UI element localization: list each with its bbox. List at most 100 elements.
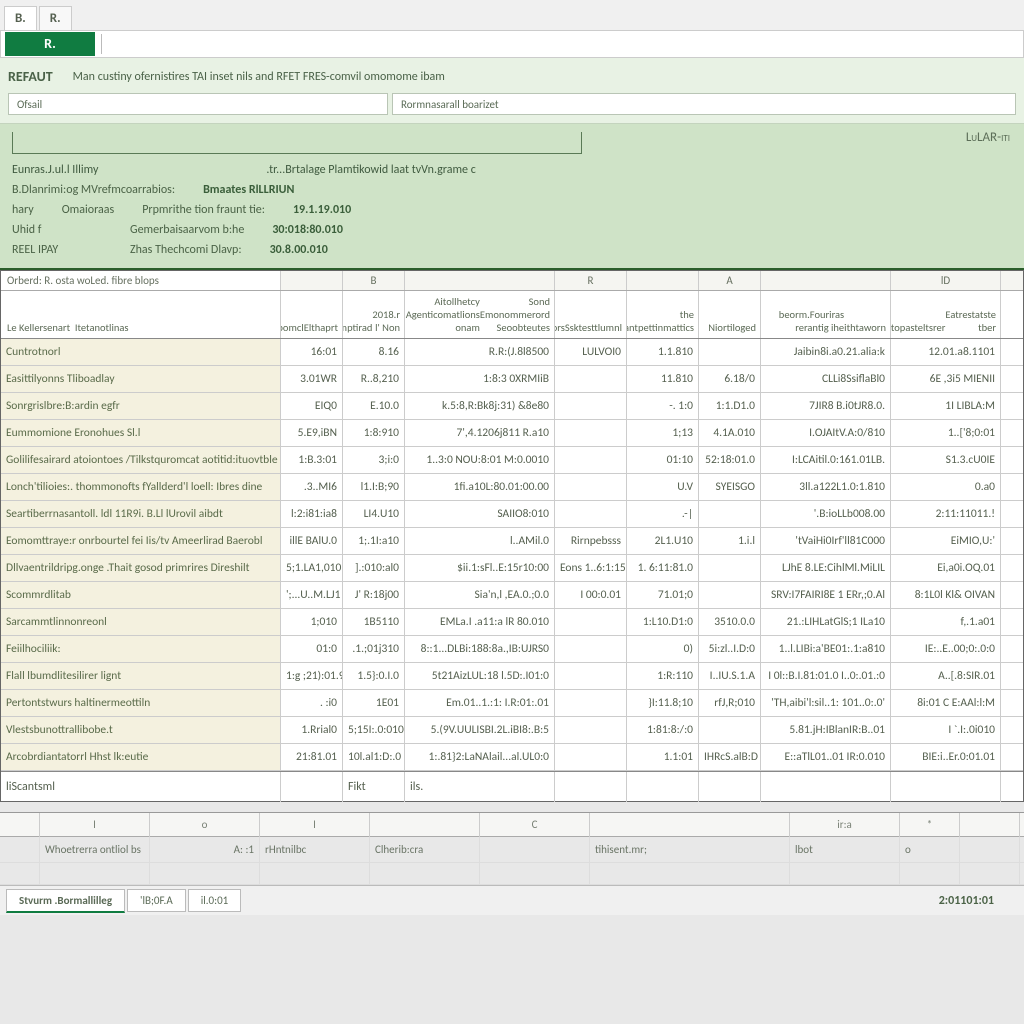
filter-dropdown-right[interactable]: Rormnasarall boarizet [392,93,1016,115]
row-c3[interactable]: Sia'n,l ,EA.0.;0.0 [405,582,555,608]
col-letter-8[interactable]: lD [891,271,1001,290]
row-c3[interactable]: EMLa.I .a11:a lR 80.010 [405,609,555,635]
row-c1[interactable]: 01:0 [281,636,343,662]
sg-col-7[interactable]: ir:a [790,813,900,837]
row-c4[interactable] [555,663,627,689]
row-c6[interactable] [699,501,761,527]
row-c3[interactable]: 1:.81}2:LaNAlail...al.UL0:0 [405,744,555,770]
row-c1[interactable]: .3..MI6 [281,474,343,500]
row-c8[interactable]: A..[.8:SIR.01 [891,663,1001,689]
row-c6[interactable] [699,555,761,581]
table-row[interactable]: Eummomione Eronohues Sl.l5.E9,iBN1:8:910… [1,420,1023,447]
table-row[interactable]: Scommrdlitab';...U..M.LJ1J' R:18j00Sia'n… [1,582,1023,609]
row-c7[interactable]: 1..l.LIBi:a'BE01:.1:a810 [761,636,891,662]
row-c8[interactable]: 6E ,3i5 MIENII [891,366,1001,392]
row-c6[interactable]: 6.18/0 [699,366,761,392]
table-row[interactable]: Easittilyonns Tliboadlay3.01WRR..8,2101:… [1,366,1023,393]
row-c1[interactable]: 21:81.01 [281,744,343,770]
row-c6[interactable]: 4.1A.010 [699,420,761,446]
row-c5[interactable]: 01:10 [627,447,699,473]
row-c8[interactable]: S1.3.cU0IE [891,447,1001,473]
col-letter-2[interactable]: B [343,271,405,290]
row-c4[interactable] [555,501,627,527]
sg-col-2[interactable]: o [150,813,260,837]
table-row[interactable]: Flall lbumdlitesilirer lignt1:g ;21):01.… [1,663,1023,690]
col-letter-6[interactable]: A [699,271,761,290]
row-c3[interactable]: 1:8:3 0XRMIiB [405,366,555,392]
row-c1[interactable]: 3.01WR [281,366,343,392]
row-c3[interactable]: l..AMil.0 [405,528,555,554]
row-c2[interactable]: 1;.1I:a10 [343,528,405,554]
row-c2[interactable]: 1B5110 [343,609,405,635]
row-c4[interactable] [555,420,627,446]
row-c5[interactable]: 1:R:110 [627,663,699,689]
col-letter-4[interactable]: R [555,271,627,290]
table-row[interactable]: Dllvaentrildripg.onge .Thait gosod primr… [1,555,1023,582]
row-c8[interactable]: 8i:01 C E:AAl:l:M [891,690,1001,716]
row-c6[interactable]: IHRcS.alB:D [699,744,761,770]
row-c7[interactable]: LJhE 8.LE:CihlMl.MiLIL [761,555,891,581]
row-c8[interactable]: 0.a0 [891,474,1001,500]
row-c1[interactable]: ';...U..M.LJ1 [281,582,343,608]
row-c8[interactable]: Ei,a0i.OQ.01 [891,555,1001,581]
table-row[interactable]: Feiilhociliik:01:0.1.;01j3108::1...DLBi:… [1,636,1023,663]
row-c5[interactable]: 0) [627,636,699,662]
row-c8[interactable]: f,.1.a01 [891,609,1001,635]
row-c4[interactable]: I 00:0.01 [555,582,627,608]
row-c7[interactable]: 'TH,aibi'l:sil..1: 101..0:.0' [761,690,891,716]
row-c7[interactable]: I 0l::B.I.81:01.0 I..0:.01.:0 [761,663,891,689]
row-c6[interactable]: SYEISGO [699,474,761,500]
row-c1[interactable]: 1:g ;21):01.9 [281,663,343,689]
row-c6[interactable]: 3510.0.0 [699,609,761,635]
row-c5[interactable]: 1;13 [627,420,699,446]
row-c6[interactable] [699,717,761,743]
row-c5[interactable]: 1:L10.D1:0 [627,609,699,635]
row-c5[interactable]: 71.01;0 [627,582,699,608]
row-c6[interactable]: I..IU.S.1.A [699,663,761,689]
col-letter-5[interactable] [627,271,699,290]
row-c2[interactable]: 10l.al1:D:.0 [343,744,405,770]
table-row[interactable]: Sarcammtlinnonreonl1;0101B5110EMLa.I .a1… [1,609,1023,636]
row-c3[interactable]: SAIIO8:010 [405,501,555,527]
row-c4[interactable] [555,393,627,419]
filter-dropdown-left[interactable]: Ofsail [8,93,388,115]
row-c3[interactable]: $ii.1:sFl..E:15r10:00 [405,555,555,581]
row-c2[interactable]: E.10.0 [343,393,405,419]
row-c2[interactable]: .1.;01j310 [343,636,405,662]
row-c6[interactable]: 1.i.l [699,528,761,554]
row-c3[interactable]: 1fi.a10L:80.01:00.00 [405,474,555,500]
sg-col-5[interactable]: C [480,813,590,837]
table-row[interactable]: Vlestsbunottrallibobe.t1.Rrial05;15I:.0:… [1,717,1023,744]
sg-col-9[interactable] [960,813,1020,837]
row-c6[interactable]: rfJ,R;010 [699,690,761,716]
row-c3[interactable]: 5.(9V.UULISBI.2L.iBI8:.B:5 [405,717,555,743]
sg-col-3[interactable]: I [260,813,370,837]
row-c5[interactable]: 1.1.810 [627,339,699,365]
row-c3[interactable]: k.5:8,R:Bk8j:31) &8e80 [405,393,555,419]
sg-col-4[interactable] [370,813,480,837]
table-row[interactable]: Golilifesairard atoiontoes /Tilkstquromc… [1,447,1023,474]
table-row[interactable]: Arcobrdiantatorrl Hhst lk:eutie21:81.011… [1,744,1023,771]
row-c1[interactable]: . :i0 [281,690,343,716]
row-c4[interactable] [555,447,627,473]
row-c2[interactable]: LI4.U10 [343,501,405,527]
row-c1[interactable]: EIQ0 [281,393,343,419]
col-letter-1[interactable] [281,271,343,290]
row-c8[interactable]: IE:..E..00;0:.0:0 [891,636,1001,662]
row-c2[interactable]: 5;15I:.0:010 [343,717,405,743]
row-c7[interactable]: 'tVaiHi0Irf'll81C000 [761,528,891,554]
row-c8[interactable]: 12.01.a8.1101 [891,339,1001,365]
sheet-tab-v3[interactable]: il.0:01 [188,889,242,912]
row-c1[interactable]: 16:01 [281,339,343,365]
row-c4[interactable] [555,690,627,716]
row-c7[interactable]: '.B:ioLLb008.00 [761,501,891,527]
row-c1[interactable]: 1:B.3:01 [281,447,343,473]
row-c1[interactable]: illE BAlU.0 [281,528,343,554]
row-c5[interactable]: 11.810 [627,366,699,392]
row-c3[interactable]: 5t21AizLUL:18 l.5D:.I01:0 [405,663,555,689]
row-c1[interactable]: l:2:i81:ia8 [281,501,343,527]
row-c8[interactable]: 1I LIBLA:M [891,393,1001,419]
row-c1[interactable]: 1;010 [281,609,343,635]
row-c3[interactable]: 1..3:0 NOU:8:01 M:0.0010 [405,447,555,473]
sg-col-0[interactable] [0,813,40,837]
